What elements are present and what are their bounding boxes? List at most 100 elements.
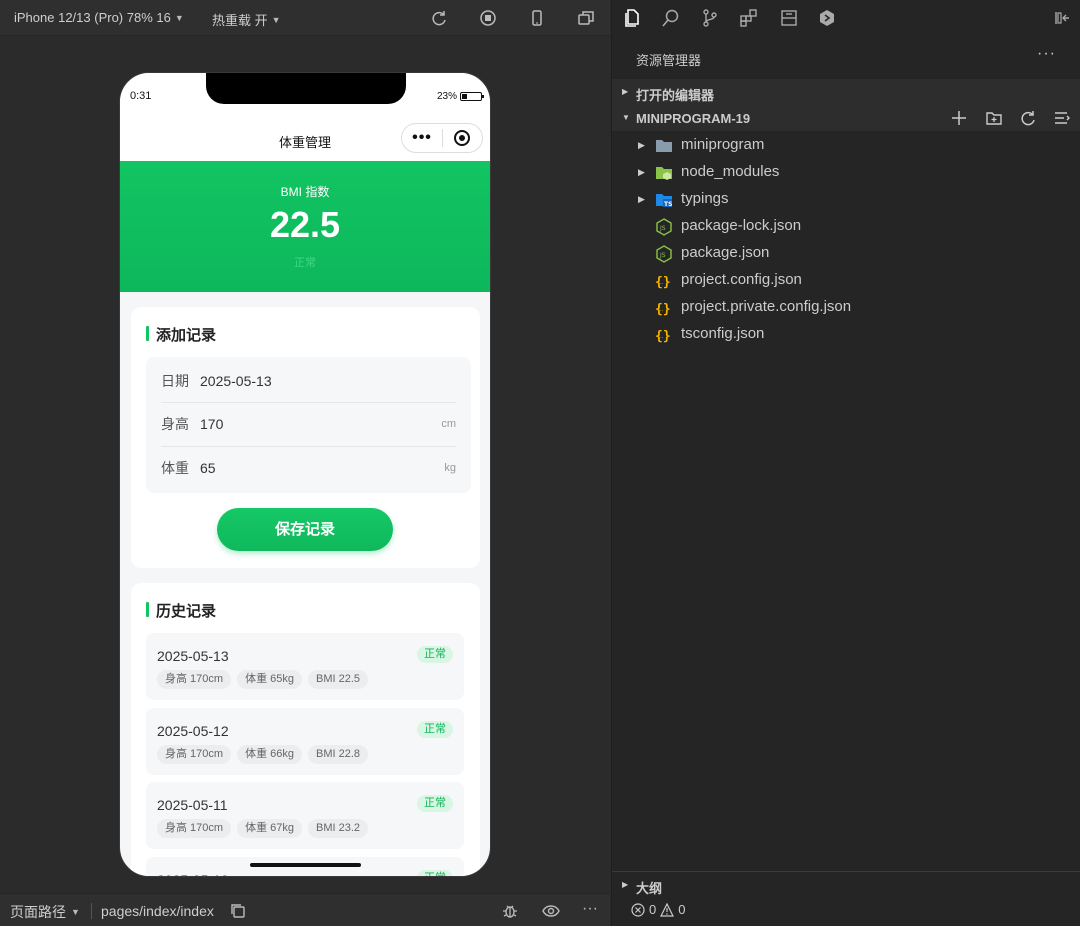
source-control-icon[interactable] xyxy=(700,8,720,28)
copy-icon[interactable] xyxy=(229,902,247,920)
json-braces-icon: {}.. xyxy=(655,272,673,290)
history-record[interactable]: 2025-05-10 正常 xyxy=(146,857,464,876)
height-tag: 身高 170cm xyxy=(157,819,232,838)
record-tags: 身高 170cm 体重 67kg BMI 23.2 xyxy=(157,819,369,838)
chevron-right-icon: ▶ xyxy=(622,87,629,96)
record-date: 2025-05-11 xyxy=(157,797,228,813)
chevron-right-icon: ▶ xyxy=(638,194,645,204)
height-input[interactable]: 170 xyxy=(200,416,441,432)
node-folder-icon xyxy=(655,164,673,182)
height-tag: 身高 170cm xyxy=(157,670,232,689)
bmi-tag: BMI 23.2 xyxy=(308,819,369,838)
project-root-section[interactable]: ▼ MINIPROGRAM-19 xyxy=(612,105,1080,131)
ts-folder-icon: TS xyxy=(655,191,673,209)
svg-text:TS: TS xyxy=(664,201,672,208)
weight-tag: 体重 65kg xyxy=(237,670,302,689)
eye-icon[interactable] xyxy=(542,902,560,920)
extensions-icon[interactable] xyxy=(739,8,759,28)
warning-count: 0 xyxy=(678,902,686,917)
tree-file-tsconfig[interactable]: {}.. tsconfig.json xyxy=(612,321,1080,348)
activity-bar xyxy=(612,0,1080,36)
chevron-right-icon: ▶ xyxy=(638,140,645,150)
date-value[interactable]: 2025-05-13 xyxy=(200,373,456,389)
record-date: 2025-05-10 xyxy=(157,872,229,876)
hot-reload-toggle[interactable]: 热重载 开 ▼ xyxy=(212,10,281,29)
refresh-icon[interactable] xyxy=(430,9,448,27)
history-record[interactable]: 2025-05-13 正常 身高 170cm 体重 65kg BMI 22.5 xyxy=(146,633,464,700)
tree-item-label: project.config.json xyxy=(681,271,802,288)
chevron-down-icon: ▼ xyxy=(174,12,184,23)
weight-tag: 体重 67kg xyxy=(237,819,302,838)
svg-text:..: .. xyxy=(660,334,664,340)
chevron-down-icon: ▼ xyxy=(622,113,630,122)
history-title: 历史记录 xyxy=(146,600,216,621)
phone-notch xyxy=(206,73,406,104)
svg-text:..: .. xyxy=(660,280,664,286)
stop-icon[interactable] xyxy=(479,9,497,27)
problems-status[interactable]: 0 0 xyxy=(612,897,1080,926)
tree-folder-node-modules[interactable]: ▶ node_modules xyxy=(612,159,1080,186)
history-record[interactable]: 2025-05-12 正常 身高 170cm 体重 66kg BMI 22.8 xyxy=(146,708,464,775)
phone-preview-icon[interactable] xyxy=(528,9,546,27)
date-field[interactable]: 日期 2025-05-13 xyxy=(146,359,471,403)
weight-field[interactable]: 体重 65 kg xyxy=(146,446,471,490)
history-card: 历史记录 2025-05-13 正常 身高 170cm 体重 65kg BMI … xyxy=(131,583,480,876)
bmi-status: 正常 xyxy=(294,257,316,269)
tree-file-project-config[interactable]: {}.. project.config.json xyxy=(612,267,1080,294)
chevron-right-icon: ▶ xyxy=(622,880,629,889)
tree-item-label: typings xyxy=(681,190,729,207)
add-record-title: 添加记录 xyxy=(146,324,216,345)
tree-item-label: package.json xyxy=(681,244,770,261)
page-path-select[interactable]: 页面路径 ▼ xyxy=(10,902,80,922)
new-folder-icon[interactable] xyxy=(985,109,1003,127)
page-path-value: pages/index/index xyxy=(101,903,214,919)
height-unit: cm xyxy=(441,418,456,430)
debug-bug-icon[interactable] xyxy=(501,902,519,920)
save-record-button[interactable]: 保存记录 xyxy=(217,508,393,551)
collapse-all-icon[interactable] xyxy=(1053,109,1071,127)
tree-file-package[interactable]: JS package.json xyxy=(612,240,1080,267)
node-json-icon: JS xyxy=(655,218,673,236)
height-field[interactable]: 身高 170 cm xyxy=(146,402,471,446)
new-file-icon[interactable] xyxy=(950,109,968,127)
page-path-label: 页面路径 xyxy=(10,904,66,920)
tree-folder-miniprogram[interactable]: ▶ miniprogram xyxy=(612,132,1080,159)
tree-file-package-lock[interactable]: JS package-lock.json xyxy=(612,213,1080,240)
problems-counter[interactable]: 0 0 xyxy=(631,902,685,917)
layout-icon[interactable] xyxy=(779,8,799,28)
tree-item-label: package-lock.json xyxy=(681,217,802,234)
status-badge: 正常 xyxy=(417,795,453,812)
search-icon[interactable] xyxy=(661,8,681,28)
files-icon[interactable] xyxy=(622,8,642,28)
tree-file-project-private-config[interactable]: {}.. project.private.config.json xyxy=(612,294,1080,321)
more-menu-icon[interactable]: ••• xyxy=(402,129,442,147)
open-editors-section[interactable]: ▶ 打开的编辑器 xyxy=(612,79,1080,105)
tree-folder-typings[interactable]: ▶ TS typings xyxy=(612,186,1080,213)
device-select[interactable]: iPhone 12/13 (Pro) 78% 16 ▼ xyxy=(14,10,184,25)
simulator-footer: 页面路径 ▼ pages/index/index ··· xyxy=(0,893,610,926)
status-battery: 23% xyxy=(437,91,484,102)
cloud-dev-icon[interactable] xyxy=(817,8,837,28)
outline-section[interactable]: ▶ 大纲 xyxy=(612,871,1080,897)
json-braces-icon: {}.. xyxy=(655,299,673,317)
hot-reload-label: 热重载 开 xyxy=(212,13,268,28)
bmi-header: BMI 指数 22.5 正常 xyxy=(120,161,490,292)
more-icon[interactable]: ··· xyxy=(582,900,600,918)
date-label: 日期 xyxy=(161,373,189,389)
detach-window-icon[interactable] xyxy=(577,9,595,27)
weight-input[interactable]: 65 xyxy=(200,460,444,476)
chevron-right-icon: ▶ xyxy=(638,167,645,177)
collapse-panel-icon[interactable] xyxy=(1052,8,1072,28)
close-miniprogram-button[interactable] xyxy=(443,130,482,146)
svg-text:..: .. xyxy=(660,307,664,313)
tree-item-label: node_modules xyxy=(681,163,780,180)
chevron-down-icon: ▼ xyxy=(271,14,281,25)
history-record[interactable]: 2025-05-11 正常 身高 170cm 体重 67kg BMI 23.2 xyxy=(146,782,464,849)
navigation-bar: 体重管理 ••• xyxy=(120,119,490,161)
refresh-explorer-icon[interactable] xyxy=(1019,109,1037,127)
explorer-more-icon[interactable]: ··· xyxy=(1037,45,1056,63)
outline-label: 大纲 xyxy=(636,881,663,896)
weight-unit: kg xyxy=(444,462,456,474)
weight-tag: 体重 66kg xyxy=(237,745,302,764)
simulator-panel: iPhone 12/13 (Pro) 78% 16 ▼ 热重载 开 ▼ 0:31… xyxy=(0,0,610,926)
